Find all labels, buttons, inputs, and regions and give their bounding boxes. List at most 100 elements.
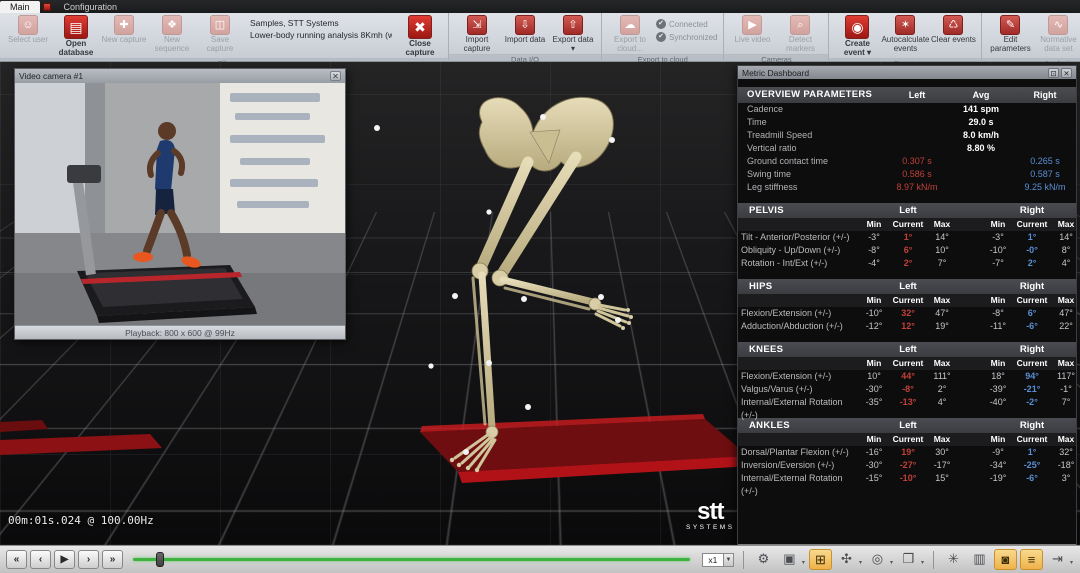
viewport-layout-dropdown-icon[interactable]: ▾: [921, 553, 924, 566]
clear-events-button[interactable]: ♺Clear events: [930, 15, 976, 45]
metric-row: Ground contact time0.307 s0.265 s: [738, 155, 1076, 168]
skip-start-button[interactable]: «: [6, 550, 27, 569]
edit-parameters-button[interactable]: ✎Edit parameters: [987, 15, 1033, 54]
left-min: -35°: [859, 396, 889, 409]
subheader-row: MinCurrentMaxMinCurrentMax: [738, 357, 1076, 370]
left-current: 1°: [889, 231, 927, 244]
metric-row: Time29.0 s: [738, 116, 1076, 129]
clear-events-icon: ♺: [943, 15, 963, 35]
play-button[interactable]: ▶: [54, 550, 75, 569]
left-max: 47°: [927, 307, 957, 320]
charts-icon[interactable]: ▥: [968, 549, 991, 570]
left-max: 14°: [927, 231, 957, 244]
step-forward-button[interactable]: ›: [78, 550, 99, 569]
right-current: -2°: [1013, 396, 1051, 409]
import-capture-button[interactable]: ⇲Import capture: [454, 15, 500, 54]
settings-gears-icon[interactable]: ⚙: [752, 549, 775, 570]
close-icon[interactable]: ✕: [330, 71, 341, 81]
skeleton-model-icon[interactable]: ✣: [835, 549, 858, 570]
normative-data-set-label: Normative data set: [1035, 36, 1080, 54]
select-user-button: ☺Select user: [5, 15, 51, 45]
export-panel-dropdown-icon[interactable]: ▾: [1070, 553, 1073, 566]
select-user-label: Select user: [8, 36, 48, 45]
metric-row: Treadmill Speed8.0 km/h: [738, 129, 1076, 142]
tab-configuration[interactable]: Configuration: [54, 1, 128, 13]
select-user-icon: ☺: [18, 15, 38, 35]
timeline-handle[interactable]: [156, 552, 164, 567]
export-data-icon: ⇧: [563, 15, 583, 35]
right-min: -8°: [983, 307, 1013, 320]
close-icon[interactable]: ✕: [1061, 68, 1072, 78]
section-band: KNEESLeftRight: [738, 342, 1076, 357]
ribbon-group-events: ◉Create event ▾✶Autocalculate events♺Cle…: [829, 13, 982, 61]
right-current: 94°: [1013, 370, 1051, 383]
right-min: -3°: [983, 231, 1013, 244]
tab-main[interactable]: Main: [0, 1, 40, 13]
scene-cube-icon[interactable]: ▣: [778, 549, 801, 570]
skip-end-button[interactable]: »: [102, 550, 123, 569]
right-min: -19°: [983, 472, 1013, 485]
left-value: [885, 116, 949, 129]
metric-row: Inversion/Eversion (+/-)-30°-27°-17°-34°…: [738, 459, 1076, 472]
playback-speed[interactable]: x1 ▼: [702, 553, 734, 567]
create-event-button[interactable]: ◉Create event ▾: [834, 15, 880, 58]
create-event-label: Create event ▾: [834, 40, 880, 58]
visibility-eye-dropdown-icon[interactable]: ▾: [890, 553, 893, 566]
subheader-row: MinCurrentMaxMinCurrentMax: [738, 433, 1076, 446]
left-current: 6°: [889, 244, 927, 257]
avg-value: [949, 168, 1013, 181]
chevron-down-icon[interactable]: ▼: [724, 553, 734, 567]
autocalculate-events-button[interactable]: ✶Autocalculate events: [882, 15, 928, 54]
subcol-max: Max: [927, 433, 957, 446]
left-column-header: Left: [859, 279, 957, 294]
right-max: 14°: [1051, 231, 1076, 244]
right-min: -10°: [983, 244, 1013, 257]
video-panel-titlebar[interactable]: Video camera #1 ✕: [15, 69, 345, 83]
left-value: 0.586 s: [885, 168, 949, 181]
import-capture-label: Import capture: [454, 36, 500, 54]
timeline-track: [133, 558, 690, 561]
section-header: HIPS: [741, 279, 859, 294]
playback-timestamp: 00m:01s.024 @ 100.00Hz: [8, 514, 154, 527]
subcol-max: Max: [927, 294, 957, 307]
step-back-button[interactable]: ‹: [30, 550, 51, 569]
right-current: 2°: [1013, 257, 1051, 270]
close-capture-button[interactable]: ✖Close capture: [397, 15, 443, 58]
right-current: 1°: [1013, 231, 1051, 244]
import-capture-icon: ⇲: [467, 15, 487, 35]
metric-label: Inversion/Eversion (+/-): [741, 459, 859, 472]
video-camera-icon[interactable]: ◙: [994, 549, 1017, 570]
left-max: 19°: [927, 320, 957, 333]
detect-markers-button: ⌕Detect markers: [777, 15, 823, 54]
visibility-eye-icon[interactable]: ◎: [866, 549, 889, 570]
import-data-button[interactable]: ⇩Import data: [502, 15, 548, 45]
subcol-current: Current: [1013, 294, 1051, 307]
left-value: [885, 142, 949, 155]
dashboard-titlebar[interactable]: Metric Dashboard ⊡ ✕: [738, 66, 1076, 79]
dashboard-body: OVERVIEW PARAMETERSLeftAvgRightCadence14…: [738, 79, 1076, 544]
timeline-slider[interactable]: [133, 550, 690, 569]
left-column-header: Left: [859, 418, 957, 433]
left-value: 0.307 s: [885, 155, 949, 168]
aperture-icon[interactable]: ✳: [942, 549, 965, 570]
right-max: 22°: [1051, 320, 1076, 333]
export-data-button[interactable]: ⇧Export data ▾: [550, 15, 596, 54]
left-platform: [0, 434, 162, 455]
left-current: -27°: [889, 459, 927, 472]
skeleton-model-dropdown-icon[interactable]: ▾: [859, 553, 862, 566]
scene-cube-dropdown-icon[interactable]: ▾: [802, 553, 805, 566]
pin-icon[interactable]: ⊡: [1048, 68, 1059, 78]
stt-logo: stt SYSTEMS: [686, 500, 735, 532]
left-max: 2°: [927, 383, 957, 396]
viewport-layout-icon[interactable]: ❒: [897, 549, 920, 570]
metrics-panel-icon[interactable]: ≡: [1020, 549, 1043, 570]
export-panel-icon[interactable]: ⇥: [1046, 549, 1069, 570]
subcol-min: Min: [983, 218, 1013, 231]
synchronized-label: Synchronized: [669, 33, 717, 42]
new-sequence-icon: ❖: [162, 15, 182, 35]
detect-markers-label: Detect markers: [777, 36, 823, 54]
right-current: -25°: [1013, 459, 1051, 472]
grid-toggle-icon[interactable]: ⊞: [809, 549, 832, 570]
open-database-button[interactable]: ▤Open database: [53, 15, 99, 58]
viewport-3d[interactable]: 00m:01s.024 @ 100.00Hz stt SYSTEMS Video…: [0, 62, 1080, 545]
